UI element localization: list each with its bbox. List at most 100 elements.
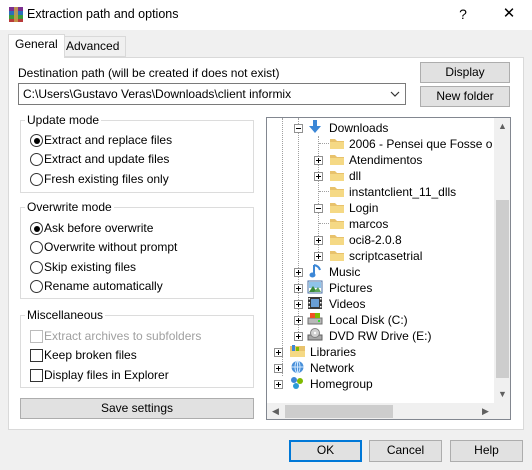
tree-item-dvd-drive[interactable]: DVD RW Drive (E:) [329,329,431,343]
tree-item-login[interactable]: Login [349,201,378,215]
new-folder-button[interactable]: New folder [420,86,510,107]
checkbox-display-in-explorer[interactable] [30,369,43,382]
radio-extract-update-label[interactable]: Extract and update files [44,152,169,166]
tree-connector [319,143,329,144]
tree-expand-toggle[interactable] [274,364,283,373]
update-mode-title: Update mode [25,113,102,127]
tree-expand-toggle[interactable] [314,172,323,181]
tree-expand-toggle[interactable] [314,156,323,165]
tree-vertical-scroll-thumb[interactable] [496,200,509,378]
radio-extract-replace[interactable] [30,134,43,147]
tree-collapse-toggle[interactable] [314,204,323,213]
checkbox-extract-to-subfolders[interactable] [30,330,43,343]
scroll-up-arrow-icon[interactable]: ▲ [494,118,510,135]
tree-item-local-disk[interactable]: Local Disk (C:) [329,313,408,327]
scroll-left-arrow-icon[interactable]: ◀ [267,403,284,419]
scroll-down-arrow-icon[interactable]: ▼ [494,386,510,403]
tree-expand-toggle[interactable] [294,268,303,277]
chevron-down-icon[interactable] [389,87,401,101]
winrar-app-icon [9,7,23,22]
window-title: Extraction path and options [27,7,179,21]
overwrite-mode-title: Overwrite mode [25,200,114,214]
tree-connector [319,191,329,192]
radio-ask-before-overwrite-label[interactable]: Ask before overwrite [44,221,153,235]
folder-icon [330,139,344,149]
save-settings-button[interactable]: Save settings [20,398,254,419]
libraries-icon [290,345,305,357]
radio-extract-replace-label[interactable]: Extract and replace files [44,133,172,147]
display-button[interactable]: Display [420,62,510,83]
radio-skip-existing[interactable] [30,261,43,274]
scrollbar-corner [494,403,510,419]
pictures-icon [307,280,323,294]
destination-path-value: C:\Users\Gustavo Veras\Downloads\client … [23,87,292,101]
tab-general[interactable]: General [8,34,65,58]
tree-item-network[interactable]: Network [310,361,354,375]
tree-expand-toggle[interactable] [314,252,323,261]
checkbox-display-in-explorer-label[interactable]: Display files in Explorer [44,368,169,382]
tree-item-instantclient[interactable]: instantclient_11_dlls [349,185,456,199]
tree-connector [319,223,329,224]
folder-icon [330,251,344,261]
folder-icon [330,235,344,245]
tree-item-scriptcasetrial[interactable]: scriptcasetrial [349,249,422,263]
radio-skip-existing-label[interactable]: Skip existing files [44,260,136,274]
download-folder-icon [309,120,321,133]
tree-expand-toggle[interactable] [294,316,303,325]
destination-path-label: Destination path (will be created if doe… [18,66,280,80]
dvd-drive-icon [307,328,323,341]
tree-expand-toggle[interactable] [294,284,303,293]
folder-tree[interactable]: Downloads 2006 - Pensei que Fosse o Céu … [266,117,511,420]
ok-button[interactable]: OK [289,440,362,462]
tree-item-music[interactable]: Music [329,265,360,279]
scroll-right-arrow-icon[interactable]: ▶ [477,403,494,419]
radio-rename-automatically-label[interactable]: Rename automatically [44,279,163,293]
network-icon [291,360,304,374]
tree-item-marcos[interactable]: marcos [349,217,388,231]
music-icon [309,264,321,278]
miscellaneous-title: Miscellaneous [25,308,106,322]
checkbox-keep-broken-files[interactable] [30,349,43,362]
tree-horizontal-scroll-thumb[interactable] [285,405,393,418]
tree-expand-toggle[interactable] [294,300,303,309]
local-disk-icon [307,313,323,325]
radio-rename-automatically[interactable] [30,280,43,293]
tree-item-pictures[interactable]: Pictures [329,281,372,295]
tree-vertical-scrollbar[interactable]: ▲ ▼ [494,118,510,403]
tree-expand-toggle[interactable] [314,236,323,245]
homegroup-icon [291,377,303,389]
folder-icon [330,155,344,165]
checkbox-extract-to-subfolders-label[interactable]: Extract archives to subfolders [44,329,201,343]
title-bar[interactable]: Extraction path and options ? ✕ [0,0,532,30]
tree-collapse-toggle[interactable] [294,124,303,133]
radio-ask-before-overwrite[interactable] [30,222,43,235]
tree-expand-toggle[interactable] [274,348,283,357]
radio-fresh-existing[interactable] [30,173,43,186]
help-button[interactable]: Help [450,440,523,462]
tree-item-downloads[interactable]: Downloads [329,121,388,135]
tree-item-oci8[interactable]: oci8-2.0.8 [349,233,402,247]
tab-advanced[interactable]: Advanced [59,36,127,57]
folder-icon [330,171,344,181]
tree-item-videos[interactable]: Videos [329,297,365,311]
tree-horizontal-scrollbar[interactable]: ◀ ▶ [267,403,494,419]
checkbox-keep-broken-files-label[interactable]: Keep broken files [44,348,137,362]
destination-path-combobox[interactable]: C:\Users\Gustavo Veras\Downloads\client … [18,83,406,105]
radio-extract-update[interactable] [30,153,43,166]
radio-overwrite-without-prompt-label[interactable]: Overwrite without prompt [44,240,177,254]
videos-icon [308,297,322,309]
titlebar-close-button[interactable]: ✕ [486,0,532,30]
folder-icon [330,203,344,213]
tree-item-2006[interactable]: 2006 - Pensei que Fosse o Céu [349,137,510,151]
tree-connector [282,118,283,376]
radio-overwrite-without-prompt[interactable] [30,241,43,254]
tree-item-libraries[interactable]: Libraries [310,345,356,359]
tree-expand-toggle[interactable] [294,332,303,341]
tree-expand-toggle[interactable] [274,380,283,389]
titlebar-help-button[interactable]: ? [440,0,486,30]
cancel-button[interactable]: Cancel [369,440,442,462]
tree-item-atendimentos[interactable]: Atendimentos [349,153,422,167]
radio-fresh-existing-label[interactable]: Fresh existing files only [44,172,169,186]
tree-item-dll[interactable]: dll [349,169,361,183]
tree-item-homegroup[interactable]: Homegroup [310,377,373,391]
